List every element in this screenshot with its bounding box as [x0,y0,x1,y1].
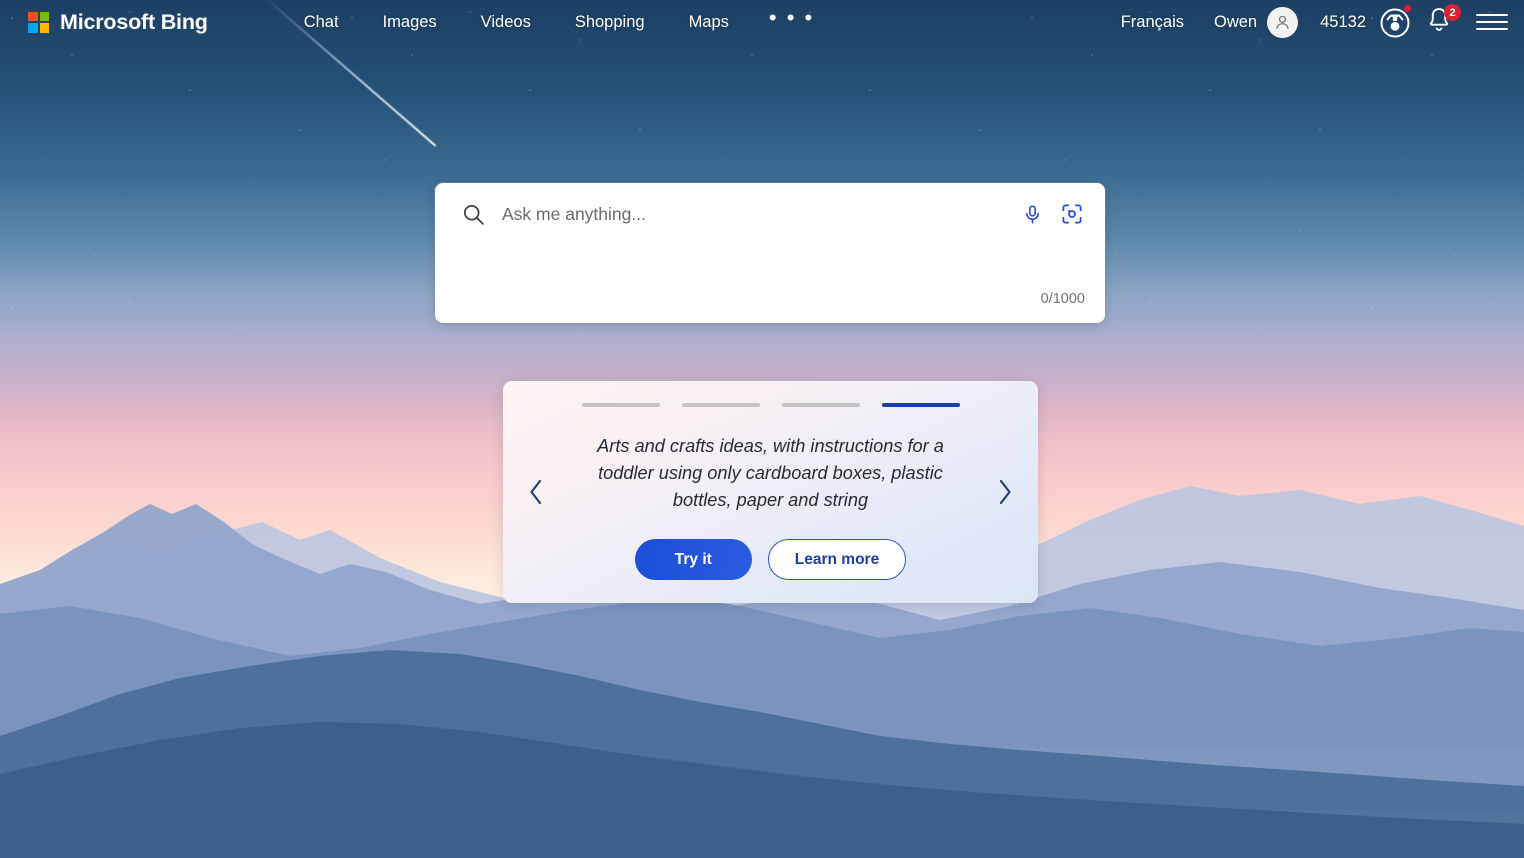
bing-homepage: Microsoft Bing Chat Images Videos Shoppi… [0,0,1524,858]
microphone-icon[interactable] [1015,197,1049,231]
try-it-button[interactable]: Try it [634,539,752,580]
avatar[interactable] [1267,6,1299,38]
carousel-pip-2[interactable] [681,403,760,407]
mountain-ridge-foreground [0,722,1524,858]
notifications-badge: 2 [1444,4,1461,21]
microsoft-logo-icon [28,11,49,33]
rewards-alert-dot [1404,5,1411,12]
nav-item-shopping[interactable]: Shopping [553,9,667,36]
search-input-row [435,183,1105,245]
chevron-left-icon [530,479,542,505]
brand-logo-group[interactable]: Microsoft Bing [28,10,208,35]
character-counter: 0/1000 [1040,291,1085,307]
carousel-pip-4[interactable] [881,403,960,407]
top-navigation-bar: Microsoft Bing Chat Images Videos Shoppi… [0,0,1524,44]
carousel-prev-button[interactable] [521,475,551,509]
rewards-medal-icon[interactable] [1378,5,1412,39]
user-name-label[interactable]: Owen [1214,13,1267,32]
person-icon [1276,15,1289,29]
hamburger-menu-icon[interactable] [1476,10,1508,34]
carousel-next-button[interactable] [990,475,1020,509]
header-right-group: Français Owen 45132 2 [1121,4,1508,39]
learn-more-button[interactable]: Learn more [767,539,907,580]
carousel-pip-1[interactable] [581,403,660,407]
carousel-pagination [503,403,1038,407]
nav-item-maps[interactable]: Maps [667,9,751,36]
visual-search-icon[interactable] [1055,197,1089,231]
brand-name: Microsoft Bing [60,9,208,34]
search-input[interactable] [502,203,1015,225]
carousel-pip-3[interactable] [781,403,860,407]
search-icon [461,202,486,227]
nav-more-icon[interactable]: • • • [751,7,832,31]
suggestion-carousel-card: Arts and crafts ideas, with instructions… [503,381,1038,603]
primary-nav: Chat Images Videos Shopping Maps • • • [282,7,833,36]
nav-item-videos[interactable]: Videos [459,9,553,36]
search-box: 0/1000 [435,183,1105,323]
notifications-button[interactable]: 2 [1424,4,1461,39]
rewards-points-label[interactable]: 45132 [1298,13,1378,32]
language-selector[interactable]: Français [1121,13,1214,32]
nav-item-images[interactable]: Images [361,9,459,36]
chevron-right-icon [999,479,1011,505]
carousel-slide: Arts and crafts ideas, with instructions… [553,433,988,603]
carousel-suggestion-text: Arts and crafts ideas, with instructions… [597,436,944,510]
carousel-actions: Try it Learn more [634,539,907,580]
nav-item-chat[interactable]: Chat [282,9,361,36]
